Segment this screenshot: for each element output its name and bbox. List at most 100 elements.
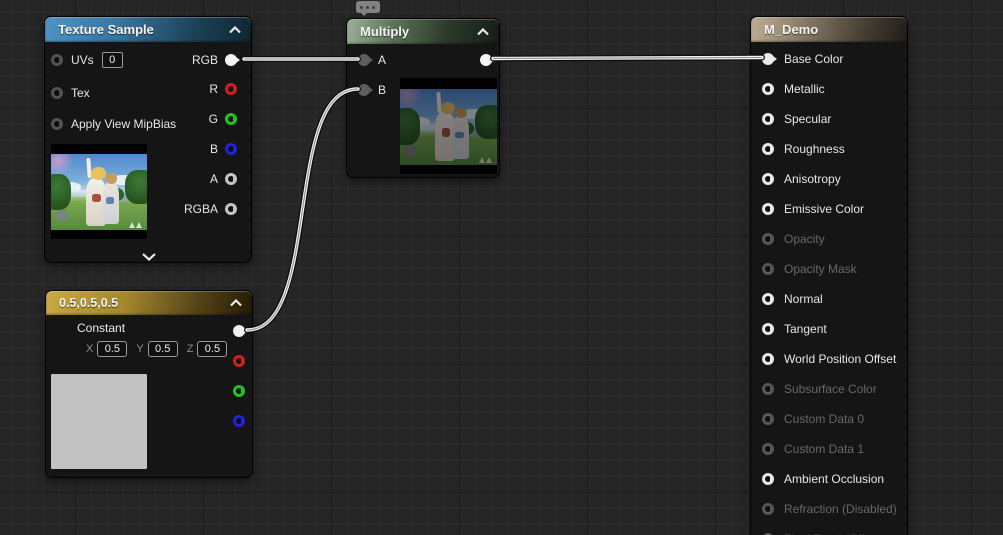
material-pin-label: Subsurface Color xyxy=(784,382,877,396)
node-title: Multiply xyxy=(360,24,477,39)
material-pin-label: Custom Data 1 xyxy=(784,442,864,456)
material-pin-normal[interactable] xyxy=(762,293,774,305)
material-pin-tangent[interactable] xyxy=(762,323,774,335)
axis-label-y: Y xyxy=(136,343,143,355)
material-header[interactable]: M_Demo xyxy=(751,17,907,42)
output-pin-r[interactable] xyxy=(225,83,237,95)
material-pin-custom-data-1 xyxy=(762,443,774,455)
material-pin-anisotropy[interactable] xyxy=(762,173,774,185)
material-pin-opacity xyxy=(762,233,774,245)
material-pin-emissive-color[interactable] xyxy=(762,203,774,215)
z-value-box[interactable]: 0.5 xyxy=(197,341,227,357)
node-material-result[interactable]: M_Demo Base Color Metallic Specular Roug… xyxy=(750,16,908,535)
output-pin-rgb[interactable] xyxy=(225,54,237,66)
material-pin-label: Tangent xyxy=(784,322,827,336)
input-label: A xyxy=(378,53,386,67)
output-pin-result[interactable] xyxy=(480,54,492,66)
output-label: B xyxy=(210,142,218,156)
input-pin-tex[interactable] xyxy=(51,87,63,99)
material-pin-label: Roughness xyxy=(784,142,845,156)
preview-tree-right xyxy=(125,170,147,204)
output-label: A xyxy=(210,172,218,186)
constant-preview-thumbnail xyxy=(51,374,147,469)
wire-multiply-to-base-color[interactable] xyxy=(493,58,762,59)
chevron-up-icon[interactable] xyxy=(230,299,242,307)
material-pin-label: Opacity Mask xyxy=(784,262,857,276)
output-pin-value[interactable] xyxy=(233,325,245,337)
texture-sample-header[interactable]: Texture Sample xyxy=(45,17,251,42)
material-pin-specular[interactable] xyxy=(762,113,774,125)
node-title: M_Demo xyxy=(764,22,897,37)
constant-value-fields: X 0.5 Y 0.5 Z 0.5 xyxy=(86,341,227,357)
node-title: 0.5,0.5,0.5 xyxy=(59,296,230,310)
expression-type-label: Constant xyxy=(77,321,125,335)
multiply-preview-thumbnail xyxy=(400,78,497,174)
watermark xyxy=(129,219,144,227)
output-pin-a[interactable] xyxy=(225,173,237,185)
node-constant[interactable]: 0.5,0.5,0.5 Constant X 0.5 Y 0.5 Z 0.5 xyxy=(45,290,253,478)
comment-bubble-icon[interactable] xyxy=(356,1,380,13)
output-label: R xyxy=(209,82,218,96)
material-pin-label: Refraction (Disabled) xyxy=(784,502,897,516)
output-pin-r[interactable] xyxy=(233,355,245,367)
input-pin-apply-view-mipbias[interactable] xyxy=(51,118,63,130)
material-pin-roughness[interactable] xyxy=(762,143,774,155)
chevron-up-icon[interactable] xyxy=(229,26,241,34)
output-pin-b[interactable] xyxy=(233,415,245,427)
node-texture-sample[interactable]: Texture Sample UVs 0 Tex Apply View MipB… xyxy=(44,16,252,263)
input-label: Tex xyxy=(71,86,90,100)
preview-rock xyxy=(55,210,68,221)
material-pin-label: Specular xyxy=(784,112,831,126)
node-title: Texture Sample xyxy=(58,22,229,37)
preview-pink-glow xyxy=(51,154,74,174)
preview-character-1-sash xyxy=(92,194,101,202)
input-label: Apply View MipBias xyxy=(71,117,176,131)
material-pin-label: Base Color xyxy=(784,52,843,66)
chevron-down-icon[interactable] xyxy=(141,248,157,266)
preview-character-2-hair xyxy=(106,173,118,184)
comment-dots xyxy=(360,6,363,9)
uvs-value-box[interactable]: 0 xyxy=(102,52,123,68)
x-value-box[interactable]: 0.5 xyxy=(97,341,127,357)
preview-darken-overlay xyxy=(400,89,497,165)
output-label: RGBA xyxy=(184,202,218,216)
preview-scene xyxy=(400,89,497,165)
chevron-up-icon[interactable] xyxy=(477,28,489,36)
node-multiply[interactable]: Multiply A B xyxy=(346,18,500,178)
output-label: RGB xyxy=(192,53,218,67)
multiply-header[interactable]: Multiply xyxy=(347,19,499,44)
output-label: G xyxy=(209,112,218,126)
material-pin-label: Ambient Occlusion xyxy=(784,472,884,486)
material-pin-custom-data-0 xyxy=(762,413,774,425)
preview-character-1-hair xyxy=(91,167,105,180)
material-pin-opacity-mask xyxy=(762,263,774,275)
input-label: UVs xyxy=(71,53,94,67)
preview-character-2-belt xyxy=(106,197,115,203)
preview-scene xyxy=(51,154,147,230)
output-pin-g[interactable] xyxy=(225,113,237,125)
material-pin-label: Normal xyxy=(784,292,823,306)
axis-label-x: X xyxy=(86,343,93,355)
preview-tree-left xyxy=(51,174,71,210)
axis-label-z: Z xyxy=(187,343,194,355)
output-pin-b[interactable] xyxy=(225,143,237,155)
input-label: B xyxy=(378,83,386,97)
material-pin-label: Emissive Color xyxy=(784,202,864,216)
material-pin-refraction xyxy=(762,503,774,515)
material-pin-label: Anisotropy xyxy=(784,172,841,186)
output-pin-rgba[interactable] xyxy=(225,203,237,215)
material-pin-world-position-offset[interactable] xyxy=(762,353,774,365)
material-pin-label: Opacity xyxy=(784,232,825,246)
material-pin-label: Metallic xyxy=(784,82,825,96)
material-pin-subsurface-color xyxy=(762,383,774,395)
material-pin-label: World Position Offset xyxy=(784,352,896,366)
material-pin-metallic[interactable] xyxy=(762,83,774,95)
input-pin-uvs[interactable] xyxy=(51,54,63,66)
constant-header[interactable]: 0.5,0.5,0.5 xyxy=(46,291,252,315)
material-graph-canvas[interactable]: Texture Sample UVs 0 Tex Apply View MipB… xyxy=(0,0,1003,535)
wire-constant-to-multiply-b[interactable] xyxy=(247,89,358,330)
output-pin-g[interactable] xyxy=(233,385,245,397)
material-pin-ambient-occlusion[interactable] xyxy=(762,473,774,485)
material-pin-label: Custom Data 0 xyxy=(784,412,864,426)
y-value-box[interactable]: 0.5 xyxy=(148,341,178,357)
